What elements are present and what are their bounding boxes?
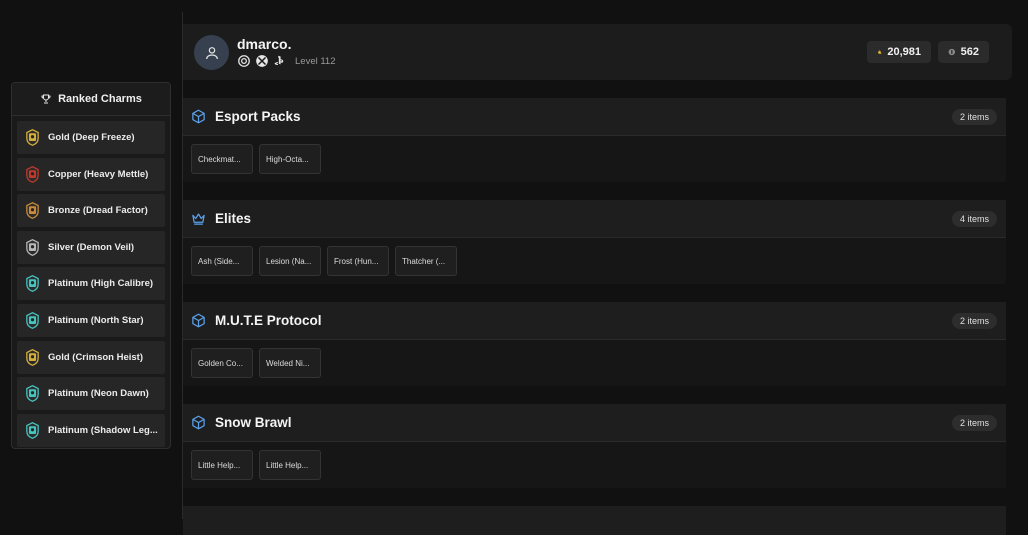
charm-badge-icon [26, 348, 39, 366]
charm-label: Platinum (North Star) [48, 314, 144, 326]
item-section: M.U.T.E Protocol 2 items Golden Co... Welde… [183, 302, 1006, 386]
section-header[interactable]: Snow Brawl 2 items [183, 404, 1006, 442]
ranked-charms-header: Ranked Charms [12, 83, 170, 116]
crown-icon [192, 213, 205, 225]
item-section: Snow Brawl 2 items Little Help... Little He… [183, 404, 1006, 488]
item-card-label: Golden Co... [198, 358, 243, 368]
item-count-badge: 4 items [951, 211, 997, 227]
item-count-badge: 2 items [951, 313, 997, 329]
section-title: Snow Brawl [215, 415, 292, 430]
charm-item[interactable]: Platinum (North Star) [17, 303, 165, 337]
item-card[interactable]: Little Help... [259, 450, 321, 480]
charm-label: Platinum (Shadow Leg... [48, 424, 158, 436]
item-card-label: High-Octa... [266, 154, 309, 164]
ranked-charms-panel: Ranked Charms Gold (Deep Freeze) Copper (… [11, 82, 171, 449]
item-card-label: Thatcher (... [402, 256, 446, 266]
item-card-label: Little Help... [266, 460, 309, 470]
player-level: Level 112 [295, 55, 336, 67]
section-next-partial [183, 506, 1006, 535]
item-card-label: Frost (Hun... [334, 256, 379, 266]
charm-badge-icon [26, 385, 39, 403]
section-cards: Ash (Side... Lesion (Na... Frost (Hun... Th… [183, 238, 1006, 276]
section-header[interactable]: Esport Packs 2 items [183, 98, 1006, 136]
charm-item[interactable]: Bronze (Dread Factor) [17, 194, 165, 228]
section-header[interactable]: Elites 4 items [183, 200, 1006, 238]
charm-label: Copper (Heavy Mettle) [48, 168, 149, 180]
item-card[interactable]: Frost (Hun... [327, 246, 389, 276]
section-title: Elites [215, 211, 252, 226]
section-cards: Little Help... Little Help... [183, 442, 1006, 480]
box-icon [192, 313, 205, 328]
section-cards: Golden Co... Welded Ni... [183, 340, 1006, 378]
item-section: Elites 4 items Ash (Side... Lesion (Na... Fr… [183, 200, 1006, 284]
trophy-icon [41, 94, 51, 104]
section-title: Esport Packs [215, 109, 301, 124]
charm-item[interactable]: Gold (Crimson Heist) [17, 340, 165, 374]
item-section: Esport Packs 2 items Checkmat... High-Octa.… [183, 98, 1006, 182]
item-card[interactable]: High-Octa... [259, 144, 321, 174]
item-card[interactable]: Little Help... [191, 450, 253, 480]
credits-value: 20,981 [887, 46, 921, 58]
charm-item[interactable]: Silver (Demon Veil) [17, 230, 165, 264]
credits-balance[interactable]: 20,981 [867, 41, 931, 63]
charm-label: Platinum (High Calibre) [48, 278, 154, 290]
item-card-label: Little Help... [198, 460, 241, 470]
charm-label: Silver (Demon Veil) [48, 241, 135, 253]
xbox-icon [256, 55, 268, 67]
charm-item[interactable]: Copper (Heavy Mettle) [17, 157, 165, 191]
user-icon [205, 46, 218, 59]
charm-badge-icon [26, 129, 39, 146]
item-count-badge: 2 items [951, 109, 997, 125]
box-icon [192, 109, 205, 124]
item-card-label: Welded Ni... [266, 358, 310, 368]
ranked-charms-title: Ranked Charms [58, 93, 142, 105]
charm-badge-icon [26, 238, 39, 256]
box-icon [192, 415, 205, 430]
renown-balance[interactable]: 562 [938, 41, 989, 63]
item-card-label: Ash (Side... [198, 256, 240, 266]
charm-item[interactable]: Platinum (High Calibre) [17, 267, 165, 301]
charm-item[interactable]: Gold (Deep Freeze) [17, 121, 165, 154]
credits-icon [877, 50, 882, 54]
item-card[interactable]: Ash (Side... [191, 246, 253, 276]
renown-value: 562 [960, 46, 979, 58]
charm-badge-icon [26, 311, 39, 329]
item-count-badge: 2 items [951, 415, 997, 431]
item-card[interactable]: Thatcher (... [395, 246, 457, 276]
item-card-label: Lesion (Na... [266, 256, 312, 266]
charm-label: Gold (Deep Freeze) [48, 132, 135, 143]
profile-header: dmarco. Level 112 20,981 562 [183, 24, 1012, 80]
avatar[interactable] [194, 35, 229, 70]
section-title: M.U.T.E Protocol [215, 313, 322, 328]
charm-item[interactable]: Platinum (Neon Dawn) [17, 377, 165, 411]
item-card-label: Checkmat... [198, 154, 241, 164]
charm-label: Platinum (Neon Dawn) [48, 388, 149, 400]
charm-badge-icon [26, 275, 39, 293]
item-card[interactable]: Golden Co... [191, 348, 253, 378]
section-header[interactable]: M.U.T.E Protocol 2 items [183, 302, 1006, 340]
renown-icon [948, 48, 956, 56]
charm-badge-icon [26, 421, 39, 439]
charms-list: Gold (Deep Freeze) Copper (Heavy Mettle) B… [12, 116, 170, 447]
item-card[interactable]: Checkmat... [191, 144, 253, 174]
charm-label: Gold (Crimson Heist) [48, 351, 144, 363]
charm-badge-icon [26, 165, 39, 183]
username: dmarco. [237, 36, 292, 52]
section-cards: Checkmat... High-Octa... [183, 136, 1006, 174]
charm-label: Bronze (Dread Factor) [48, 205, 148, 217]
ubisoft-icon [238, 55, 250, 67]
item-card[interactable]: Lesion (Na... [259, 246, 321, 276]
playstation-icon [274, 55, 284, 65]
charm-badge-icon [26, 202, 39, 220]
item-card[interactable]: Welded Ni... [259, 348, 321, 378]
platform-icons: Level 112 [237, 54, 336, 68]
charm-item[interactable]: Platinum (Shadow Leg... [17, 413, 165, 447]
